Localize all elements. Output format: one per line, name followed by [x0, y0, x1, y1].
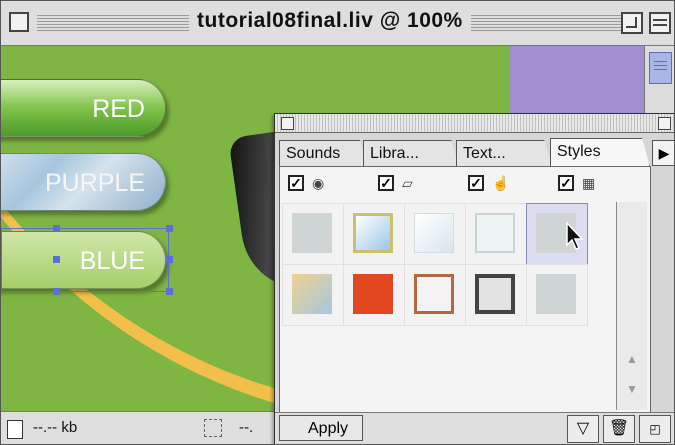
tab-sounds[interactable]: Sounds [279, 140, 367, 166]
hand-icon: ☝ [492, 175, 510, 191]
style-swatch[interactable] [404, 264, 466, 326]
style-swatch[interactable] [465, 203, 527, 265]
filter-rollover[interactable]: ✓ ◉ [288, 175, 348, 195]
selection-handle[interactable] [53, 225, 60, 232]
style-swatch[interactable] [465, 264, 527, 326]
style-swatch[interactable] [343, 264, 405, 326]
grid-icon: ▦ [582, 175, 596, 191]
close-box-icon[interactable] [9, 12, 29, 32]
style-swatch[interactable] [282, 264, 344, 326]
style-swatch[interactable] [526, 264, 588, 326]
filter-grid[interactable]: ✓ ▦ [558, 175, 618, 195]
selection-bounding-box [1, 228, 169, 292]
document-icon [7, 420, 23, 439]
tab-styles[interactable]: Styles [550, 138, 650, 167]
palette-footer: Apply ▽ 🗑 ◰ [275, 412, 674, 444]
trash-icon[interactable]: 🗑 [603, 415, 635, 443]
selection-handle[interactable] [166, 256, 173, 263]
palette-title-bar[interactable] [275, 114, 674, 133]
new-style-icon[interactable]: ▽ [567, 415, 599, 443]
scroll-down-arrow-icon[interactable]: ▼ [623, 382, 641, 400]
checkbox-icon[interactable]: ✓ [378, 175, 394, 191]
arrow-cursor-icon [566, 221, 584, 250]
document-window: tutorial08final.liv @ 100% RED PURPLE BL… [0, 0, 675, 445]
title-bar[interactable]: tutorial08final.liv @ 100% [1, 1, 674, 46]
scroll-thumb[interactable] [649, 52, 672, 84]
style-swatch[interactable] [343, 203, 405, 265]
style-swatch-grid [282, 203, 602, 415]
tab-text[interactable]: Text... [456, 140, 552, 166]
secondary-readout: --. [239, 419, 254, 436]
style-filter-bar: ✓ ◉ ✓ ▱ ✓ ☝ ✓ ▦ [280, 167, 650, 201]
palette-tabs: Sounds Libra... Text... Styles ▶ [275, 136, 674, 167]
parallelogram-icon: ▱ [402, 175, 413, 191]
palette-collapse-icon[interactable] [658, 117, 671, 130]
red-button-object[interactable]: RED [1, 79, 166, 137]
frame-icon[interactable] [204, 419, 222, 437]
zoom-box-icon[interactable] [621, 12, 643, 34]
style-swatch[interactable] [404, 203, 466, 265]
selection-handle[interactable] [166, 288, 173, 295]
checkbox-icon[interactable]: ✓ [558, 175, 574, 191]
purple-button-label: PURPLE [44, 169, 145, 197]
apply-button[interactable]: Apply [279, 415, 363, 441]
scroll-up-arrow-icon[interactable]: ▲ [623, 352, 641, 370]
resize-grip-icon[interactable]: ◰ [639, 415, 671, 443]
red-button-label: RED [92, 95, 145, 123]
checkbox-icon[interactable]: ✓ [288, 175, 304, 191]
purple-button-object[interactable]: PURPLE [1, 153, 166, 211]
palette-scrollbar[interactable]: ▲ ▼ [616, 202, 647, 410]
eye-icon: ◉ [312, 175, 325, 191]
filter-hand[interactable]: ✓ ☝ [468, 175, 528, 195]
filter-shape[interactable]: ✓ ▱ [378, 175, 438, 195]
checkbox-icon[interactable]: ✓ [468, 175, 484, 191]
styles-palette: Sounds Libra... Text... Styles ▶ ✓ ◉ ✓ ▱… [274, 113, 674, 444]
styles-panel: ✓ ◉ ✓ ▱ ✓ ☝ ✓ ▦ ▲ ▼ [279, 166, 651, 414]
palette-close-icon[interactable] [281, 117, 294, 130]
selection-handle[interactable] [53, 256, 60, 263]
file-size-readout: --.-- kb [33, 419, 78, 436]
style-swatch[interactable] [282, 203, 344, 265]
tab-library[interactable]: Libra... [363, 140, 459, 166]
more-tabs-arrow-icon[interactable]: ▶ [652, 140, 674, 166]
windowshade-box-icon[interactable] [649, 12, 671, 34]
selection-handle[interactable] [53, 288, 60, 295]
selection-handle[interactable] [166, 225, 173, 232]
window-title: tutorial08final.liv @ 100% [189, 9, 471, 33]
